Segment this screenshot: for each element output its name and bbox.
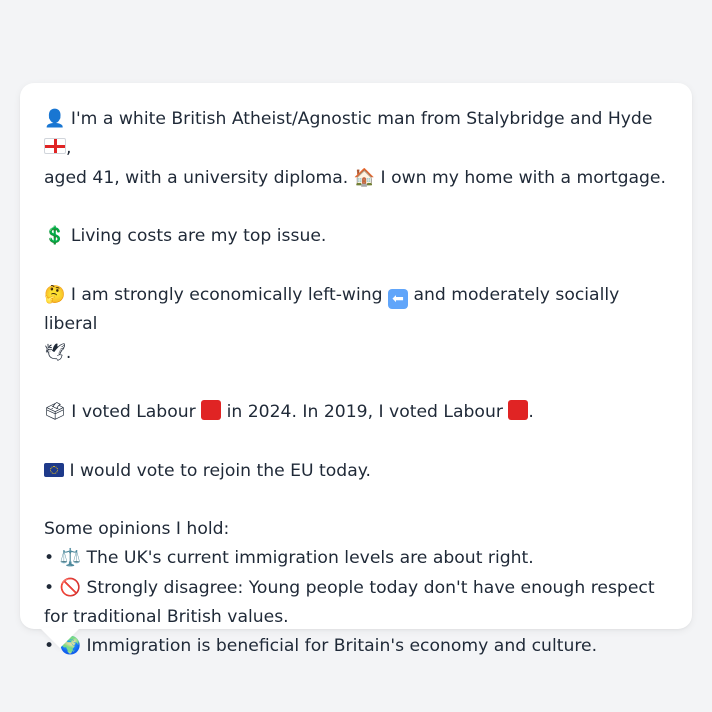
- labour-red-square-icon: [201, 399, 222, 420]
- profile-paragraph: 👤 I'm a white British Atheist/Agnostic m…: [44, 105, 668, 193]
- thinking-face-icon: 🤔: [44, 284, 66, 305]
- profile-comma: ,: [66, 138, 72, 159]
- opinion-text: Immigration is beneficial for Britain's …: [81, 636, 598, 657]
- profile-text-1: I'm a white British Atheist/Agnostic man…: [65, 109, 653, 129]
- prohibited-icon: 🚫: [59, 577, 82, 598]
- votes-text-2: in 2024. In 2019, I voted Labour: [221, 401, 509, 422]
- issue-paragraph: 💲 Living costs are my top issue.: [44, 222, 668, 251]
- dove-icon: 🕊: [44, 343, 66, 364]
- england-flag-icon: [44, 138, 66, 155]
- bullet: •: [44, 577, 60, 598]
- bullet: •: [44, 548, 60, 569]
- opinions-heading: Some opinions I hold:: [44, 519, 230, 540]
- eu-paragraph: I would vote to rejoin the EU today.: [44, 457, 668, 486]
- votes-text-1: I voted Labour: [65, 401, 202, 422]
- opinion-text: Strongly disagree: Young people today do…: [44, 577, 655, 628]
- person-icon: 👤: [44, 109, 66, 129]
- opinion-text: The UK's current immigration levels are …: [81, 548, 534, 569]
- opinion-item: • ⚖️ The UK's current immigration levels…: [44, 544, 668, 573]
- votes-paragraph: 🗳 I voted Labour in 2024. In 2019, I vot…: [44, 398, 668, 427]
- votes-period: .: [528, 401, 534, 422]
- house-icon: 🏠: [353, 167, 376, 188]
- eu-flag-icon: [44, 462, 64, 477]
- issue-text: Living costs are my top issue.: [65, 226, 327, 247]
- labour-red-square-icon: [508, 399, 529, 420]
- opinion-item: • 🚫 Strongly disagree: Young people toda…: [44, 574, 668, 633]
- scales-icon: ⚖️: [59, 548, 82, 569]
- left-arrow-icon: ⬅: [388, 288, 409, 309]
- ideology-period: .: [65, 343, 72, 364]
- dollar-icon: 💲: [44, 226, 66, 247]
- ballot-box-icon: 🗳: [44, 401, 66, 422]
- bubble-tail: [40, 628, 80, 648]
- ideology-paragraph: 🤔 I am strongly economically left-wing ⬅…: [44, 281, 668, 369]
- ideology-text-1: I am strongly economically left-wing: [65, 284, 389, 305]
- profile-text-3: I own my home with a mortgage.: [375, 167, 666, 188]
- opinion-item: • 🌍 Immigration is beneficial for Britai…: [44, 632, 668, 661]
- message-bubble: 👤 I'm a white British Atheist/Agnostic m…: [20, 83, 692, 656]
- eu-text: I would vote to rejoin the EU today.: [64, 460, 371, 481]
- profile-text-2: aged 41, with a university diploma.: [44, 167, 354, 188]
